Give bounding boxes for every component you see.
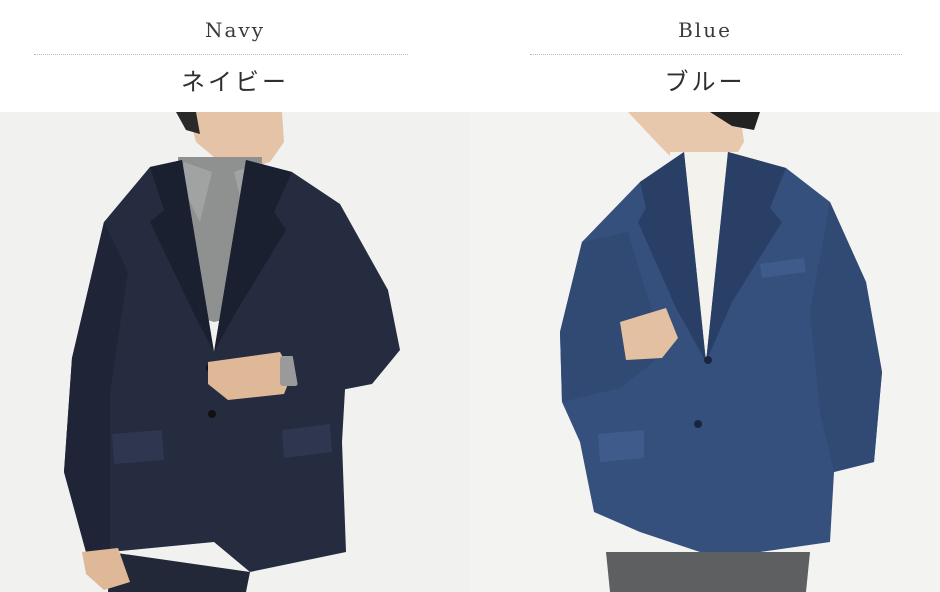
navy-variant: Navy ネイビー bbox=[0, 0, 470, 592]
color-variants-page: Navy ネイビー Blue ブルー bbox=[0, 0, 940, 592]
blue-jacket-photo bbox=[470, 112, 940, 592]
dotted-divider bbox=[34, 54, 408, 55]
color-name-english: Navy bbox=[204, 18, 266, 42]
navy-jacket-photo bbox=[0, 112, 470, 592]
blue-variant: Blue ブルー bbox=[470, 0, 940, 592]
color-name-english: Blue bbox=[678, 18, 732, 42]
color-name-japanese: ブルー bbox=[664, 68, 746, 96]
variant-header: Blue ブルー bbox=[470, 0, 940, 112]
variant-header: Navy ネイビー bbox=[0, 0, 470, 112]
color-name-japanese: ネイビー bbox=[181, 68, 289, 96]
dotted-divider bbox=[530, 54, 902, 55]
